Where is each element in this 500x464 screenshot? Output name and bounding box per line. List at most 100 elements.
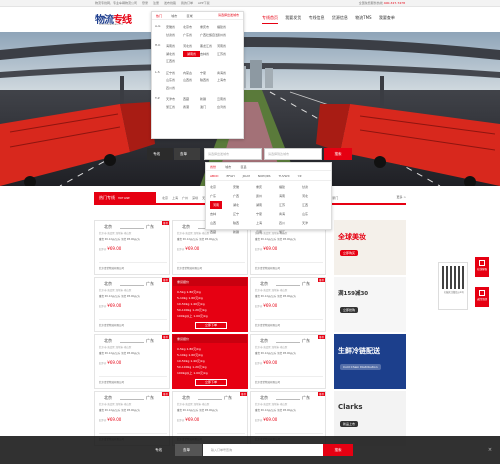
order-number-input[interactable]: 输入订单号查询 [203,444,323,456]
city-option[interactable]: 陕西省 [200,77,217,84]
tab-province[interactable]: 省份 [210,165,216,169]
login-link[interactable]: 登录 [142,1,148,5]
city-option[interactable]: 海南省 [166,43,183,50]
province-option[interactable]: 天津 [302,219,325,227]
letter-tab[interactable]: JKLM [243,174,250,178]
city-option[interactable]: 吉林省 [200,51,217,58]
province-option[interactable]: 北京 [210,183,233,191]
province-option[interactable]: 广西 [233,192,256,200]
province-option[interactable]: 四川 [279,219,302,227]
province-option[interactable]: 吉林 [210,210,233,218]
more-link[interactable]: 更多 > [397,195,406,199]
company-name[interactable]: 北京青蒙物流有限公司 [99,376,167,384]
city-option[interactable]: 青海省 [217,70,234,77]
route-card[interactable]: 北京 广东 推荐北京市·海淀区 深圳市·南山区重货 ¥0.12元/公斤 泡货 ¥8.… [94,277,170,332]
tab-city[interactable]: 城市 [225,165,231,169]
city-option[interactable]: 黑龙江省 [200,43,217,50]
close-icon[interactable]: × [486,446,494,454]
province-option[interactable]: 甘肃 [302,183,325,191]
city-option[interactable]: 安徽省 [166,24,183,31]
city-option[interactable]: 云南省 [217,96,234,103]
search-button[interactable]: 搜索 [324,148,352,160]
tab-hot[interactable]: 热门 [156,14,162,18]
company-name[interactable]: 北京青蒙物流有限公司 [255,262,323,270]
city-option[interactable]: 四川省 [166,85,183,92]
order-now-button[interactable]: 立即下单 [195,322,227,329]
city-option[interactable]: 重庆市 [200,24,217,31]
city-option[interactable]: 浙江省 [166,104,183,111]
province-option[interactable]: 海南 [279,192,302,200]
city-tab[interactable]: 深圳 [192,196,198,200]
to-city-input[interactable]: 请选择到达城市 [264,148,322,160]
province-option[interactable]: 江苏 [279,201,302,209]
company-name[interactable]: 北京青蒙物流有限公司 [255,319,323,327]
nav-home[interactable]: 专线首页 [262,15,278,24]
province-option[interactable]: 辽宁 [233,210,256,218]
city-option[interactable]: 福建省 [217,24,234,31]
province-option[interactable]: 湖北 [233,201,256,209]
city-option[interactable]: 西藏 [183,96,200,103]
city-tab[interactable]: 上海 [172,196,178,200]
search-tab-line[interactable]: 专线 [147,148,173,160]
province-option[interactable]: 云南 [256,228,279,236]
city-option[interactable]: 河北省 [183,43,200,50]
back-to-top-button[interactable]: 返回顶部 [475,287,489,307]
city-option[interactable]: 北京市 [183,24,200,31]
province-option[interactable]: 河南 [210,201,222,209]
tab-county[interactable]: 区县 [241,165,247,169]
rate-card[interactable]: 重货报价 0-5kg 1.80元/kg 5-10kg 1.60元/kg 10-50kg… [172,277,248,332]
province-option[interactable]: 广东 [210,192,233,200]
bottom-tab-line[interactable]: 专线 [147,444,174,456]
city-option[interactable]: 山西省 [183,77,200,84]
company-name[interactable]: 北京青蒙物流有限公司 [255,376,323,384]
city-option[interactable]: 广西壮族自治区 [200,32,217,39]
order-now-button[interactable]: 立即下单 [195,379,227,386]
city-option[interactable]: 内蒙古 [183,70,200,77]
city-option[interactable]: 河南省 [217,43,234,50]
nav-tms[interactable]: 物流TMS [355,15,371,23]
city-option[interactable]: 新疆 [200,96,217,103]
publish-route-link[interactable]: 发布线路 [164,1,176,5]
bottom-search-button[interactable]: 搜索 [323,444,353,456]
route-card[interactable]: 北京 广东 推荐北京市·海淀区 深圳市·南山区重货 ¥0.12元/公斤 泡货 ¥8.… [250,277,326,332]
logo[interactable]: 物流专线 WULIUZHUANXIAN.COM [95,10,132,29]
province-option[interactable]: 江西 [302,201,325,209]
ad-banner[interactable]: 生鲜冷链配送 Cold Chain Distribution [334,334,406,389]
province-option[interactable]: 宁夏 [256,210,279,218]
city-tab[interactable]: 北京 [162,196,168,200]
province-option[interactable]: 西藏 [210,228,233,236]
city-option[interactable]: 上海市 [217,77,234,84]
province-option[interactable]: 陕西 [233,219,256,227]
province-option[interactable]: 新疆 [233,228,256,236]
route-card[interactable]: 北京 广东 推荐北京市·海淀区 深圳市·南山区重货 ¥0.12元/公斤 泡货 ¥8.… [94,334,170,389]
province-option[interactable]: 贵州 [256,192,279,200]
company-name[interactable]: 北京青蒙物流有限公司 [99,319,167,327]
province-option[interactable]: 浙江 [279,228,302,236]
city-option[interactable]: 湖南省 [183,50,200,57]
letter-tab[interactable]: YZ [298,174,302,178]
city-option[interactable]: 天津市 [166,96,183,103]
city-option[interactable]: 江西省 [166,58,183,65]
city-tab[interactable]: 厦门 [332,196,338,200]
ad-banner[interactable]: 满159减30 立即抢购 [334,277,406,332]
city-tab[interactable]: 广州 [182,196,188,200]
bottom-tab-order[interactable]: 查单 [175,444,202,456]
city-option[interactable]: 山东省 [166,77,183,84]
province-option[interactable]: 湖南 [256,201,279,209]
letter-tab[interactable]: EFGH [226,174,234,178]
letter-tab[interactable]: ABCD [210,174,218,178]
city-option[interactable]: 贵州省 [217,32,234,39]
app-download-link[interactable]: APP下载 [198,1,210,5]
nav-cargo[interactable]: 货源信息 [332,15,348,23]
letter-tab[interactable]: NOPQRS [258,174,271,178]
route-card[interactable]: 北京 广东 推荐北京市·海淀区 深圳市·南山区重货 ¥0.12元/公斤 泡货 ¥8.… [250,334,326,389]
province-option[interactable]: 重庆 [256,183,279,191]
letter-tab[interactable]: TUVWX [279,174,290,178]
city-option[interactable]: 澳门 [200,104,217,111]
province-option[interactable]: 河北 [302,192,325,200]
city-option[interactable]: 台湾省 [217,104,234,111]
from-city-input[interactable]: 请选择出发城市 [204,148,262,160]
online-service-button[interactable]: 在线客服 [475,257,489,277]
province-option[interactable]: 青海 [279,210,302,218]
company-name[interactable]: 北京青蒙物流有限公司 [99,262,167,270]
